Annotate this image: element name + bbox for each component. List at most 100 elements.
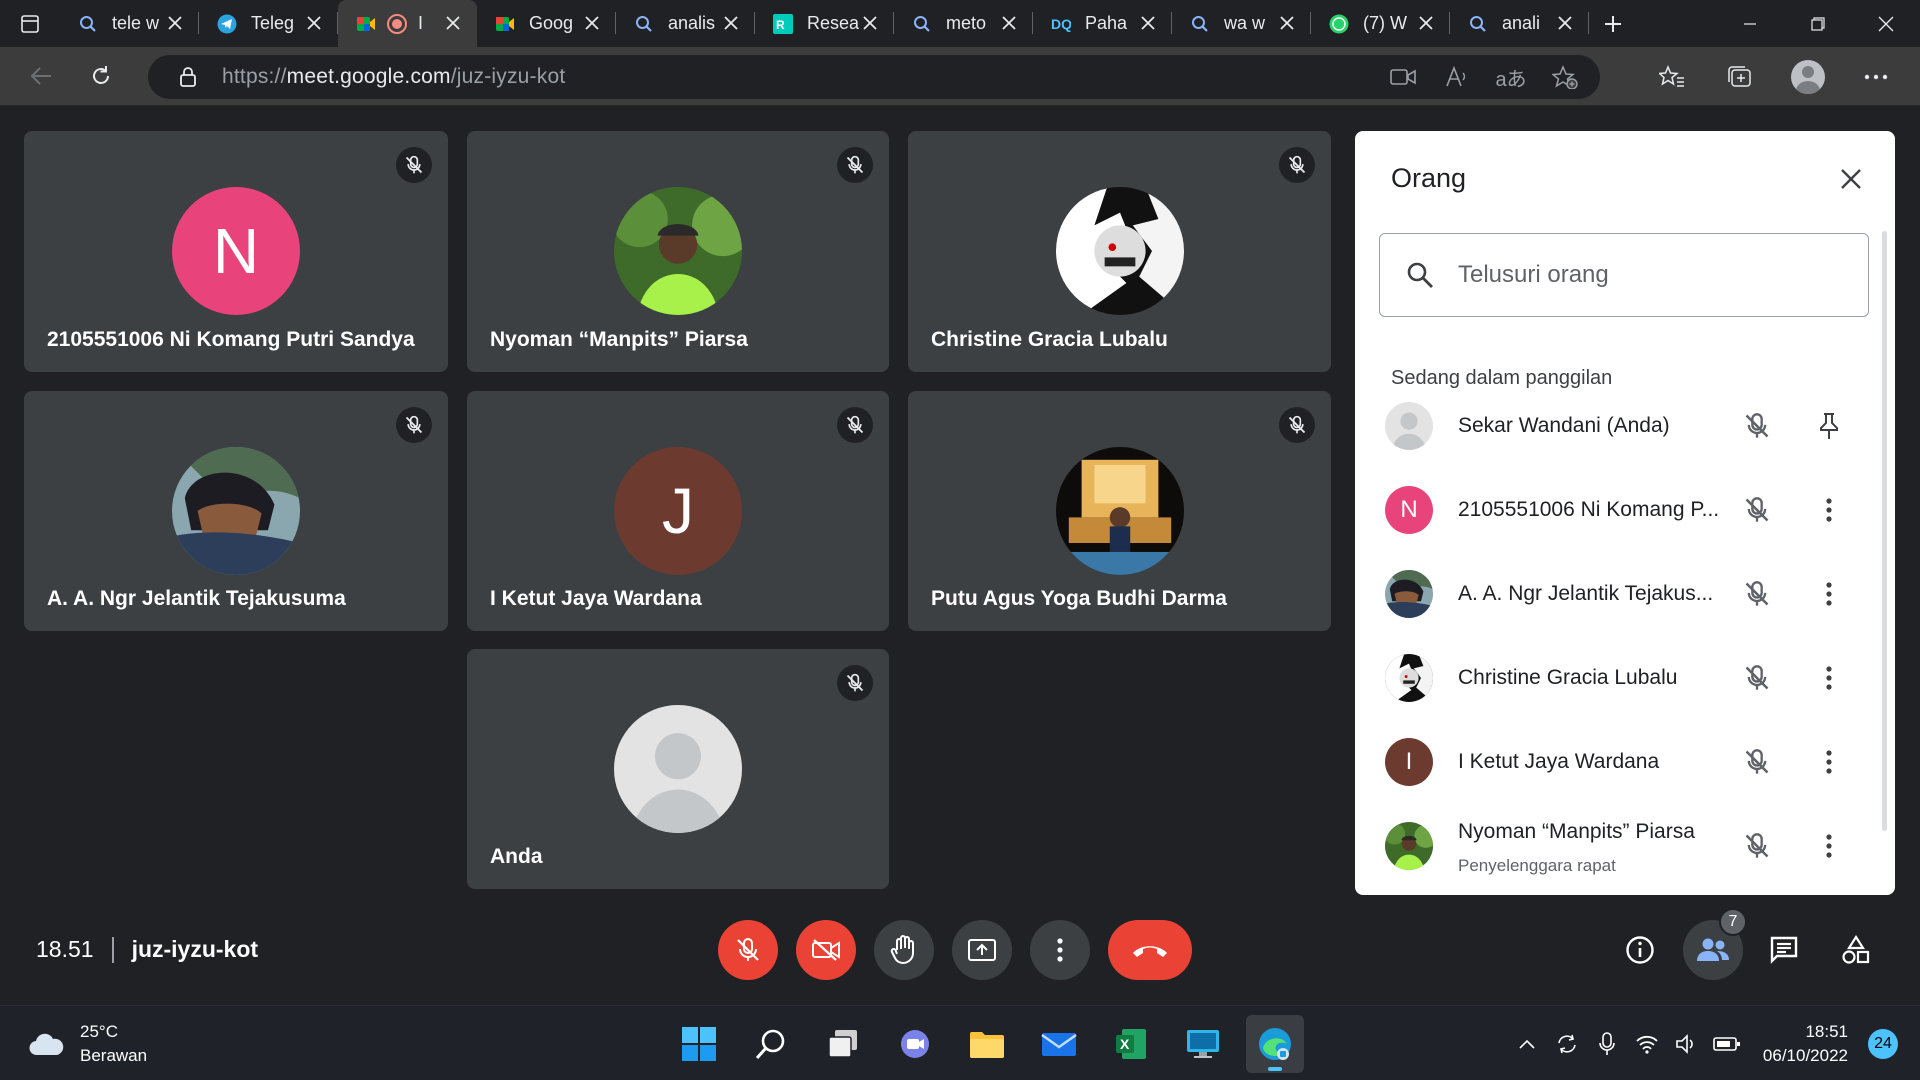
close-tab-button[interactable] [443, 13, 463, 33]
participant-tile[interactable]: J I Ketut Jaya Wardana [467, 391, 889, 631]
participant-list-item[interactable]: N 2105551006 Ni Komang P... [1355, 468, 1895, 552]
more-options-button[interactable] [1807, 824, 1851, 868]
mute-status-button[interactable] [1735, 572, 1779, 616]
participant-tile[interactable]: Christine Gracia Lubalu [908, 131, 1331, 372]
search-taskbar-button[interactable] [742, 1015, 800, 1073]
participant-list-item[interactable]: Nyoman “Manpits” Piarsa Penyelenggara ra… [1355, 804, 1895, 888]
mute-status-button[interactable] [1735, 404, 1779, 448]
camera-in-use-icon[interactable] [1376, 55, 1430, 99]
browser-tab[interactable]: analis [616, 0, 755, 47]
mail-button[interactable] [1030, 1015, 1088, 1073]
close-window-button[interactable] [1852, 0, 1920, 47]
add-favorite-icon[interactable] [1538, 55, 1592, 99]
microphone-in-use-icon[interactable] [1587, 1024, 1627, 1064]
close-tab-button[interactable] [1555, 13, 1575, 33]
participant-tile[interactable]: Putu Agus Yoga Budhi Darma [908, 391, 1331, 631]
mute-status-button[interactable] [1735, 740, 1779, 784]
more-options-button[interactable] [1807, 656, 1851, 700]
search-placeholder: Telusuri orang [1458, 261, 1609, 288]
browser-tab[interactable]: Teleg [199, 0, 338, 47]
close-tab-button[interactable] [1138, 13, 1158, 33]
browser-tab[interactable]: (7) W [1311, 0, 1450, 47]
profile-button[interactable] [1774, 47, 1842, 106]
translate-icon[interactable]: aあ [1484, 55, 1538, 99]
participant-list-item[interactable]: Sekar Wandani (Anda) [1355, 384, 1895, 468]
teams-chat-button[interactable] [886, 1015, 944, 1073]
clock[interactable]: 18:51 06/10/2022 [1763, 1020, 1848, 1068]
participant-list-item[interactable]: I I Ketut Jaya Wardana [1355, 720, 1895, 804]
browser-tab[interactable]: meto [894, 0, 1033, 47]
browser-tab[interactable]: DQ Paha [1033, 0, 1172, 47]
participant-avatar: I [1385, 738, 1433, 786]
present-screen-button[interactable] [952, 920, 1012, 980]
close-icon [863, 16, 877, 30]
favorites-button[interactable] [1638, 47, 1706, 106]
close-tab-button[interactable] [1416, 13, 1436, 33]
close-tab-button[interactable] [582, 13, 602, 33]
participant-list-item[interactable]: Christine Gracia Lubalu [1355, 636, 1895, 720]
wifi-icon[interactable] [1627, 1024, 1667, 1064]
pin-button[interactable] [1807, 404, 1851, 448]
notification-count-badge[interactable]: 24 [1868, 1029, 1898, 1059]
mute-status-button[interactable] [1735, 488, 1779, 532]
more-vert-icon [1826, 834, 1832, 858]
participant-tile[interactable]: Anda [467, 649, 889, 889]
participant-tile[interactable]: Nyoman “Manpits” Piarsa [467, 131, 889, 372]
close-tab-button[interactable] [999, 13, 1019, 33]
participant-list-item[interactable]: A. A. Ngr Jelantik Tejakus... [1355, 552, 1895, 636]
browser-tab[interactable]: wa w [1172, 0, 1311, 47]
mute-status-button[interactable] [1735, 824, 1779, 868]
close-panel-button[interactable] [1829, 157, 1873, 201]
participant-tile[interactable]: N 2105551006 Ni Komang Putri Sandya [24, 131, 448, 372]
participant-tile[interactable]: A. A. Ngr Jelantik Tejakusuma [24, 391, 448, 631]
read-aloud-icon[interactable] [1430, 55, 1484, 99]
browser-tab[interactable]: R Resea [755, 0, 894, 47]
mic-toggle-button[interactable] [718, 920, 778, 980]
battery-icon[interactable] [1707, 1024, 1747, 1064]
more-options-button[interactable] [1807, 572, 1851, 616]
lock-icon[interactable] [166, 66, 210, 88]
edge-browser-button[interactable] [1246, 1015, 1304, 1073]
minimize-button[interactable] [1716, 0, 1784, 47]
new-tab-button[interactable] [1589, 0, 1637, 47]
browser-tab[interactable]: I [338, 0, 477, 47]
reload-button[interactable] [74, 54, 128, 98]
close-tab-button[interactable] [304, 13, 324, 33]
close-tab-button[interactable] [860, 13, 880, 33]
more-options-button[interactable] [1807, 488, 1851, 532]
camera-toggle-button[interactable] [796, 920, 856, 980]
collections-button[interactable] [1706, 47, 1774, 106]
close-tab-button[interactable] [721, 13, 741, 33]
meeting-details-button[interactable] [1610, 920, 1670, 980]
weather-widget[interactable]: 25°C Berawan [28, 1020, 147, 1068]
remote-desktop-button[interactable] [1174, 1015, 1232, 1073]
volume-icon[interactable] [1667, 1024, 1707, 1064]
chat-button[interactable] [1754, 920, 1814, 980]
activities-button[interactable] [1826, 920, 1886, 980]
task-view-button[interactable] [814, 1015, 872, 1073]
more-options-button[interactable] [1807, 740, 1851, 784]
url-input[interactable]: https://meet.google.com/juz-iyzu-kot aあ [148, 55, 1600, 99]
file-explorer-button[interactable] [958, 1015, 1016, 1073]
browser-tab[interactable]: Goog [477, 0, 616, 47]
excel-button[interactable]: X [1102, 1015, 1160, 1073]
sync-status-icon[interactable] [1547, 1024, 1587, 1064]
settings-more-button[interactable] [1842, 47, 1910, 106]
show-hidden-icons-button[interactable] [1507, 1024, 1547, 1064]
tab-title: meto [946, 13, 987, 33]
browser-tab[interactable]: anali [1450, 0, 1589, 47]
close-tab-button[interactable] [1277, 13, 1297, 33]
raise-hand-button[interactable] [874, 920, 934, 980]
browser-tab[interactable]: tele w [60, 0, 199, 47]
restore-button[interactable] [1784, 0, 1852, 47]
leave-call-button[interactable] [1108, 920, 1192, 980]
people-button[interactable]: 7 [1683, 908, 1747, 980]
close-tab-button[interactable] [165, 13, 185, 33]
search-people-input[interactable]: Telusuri orang [1379, 233, 1869, 317]
more-options-button[interactable] [1030, 920, 1090, 980]
panel-scrollbar[interactable] [1882, 231, 1887, 831]
mute-status-button[interactable] [1735, 656, 1779, 700]
start-button[interactable] [670, 1015, 728, 1073]
tab-actions-button[interactable] [0, 0, 60, 47]
back-button[interactable] [14, 54, 68, 98]
